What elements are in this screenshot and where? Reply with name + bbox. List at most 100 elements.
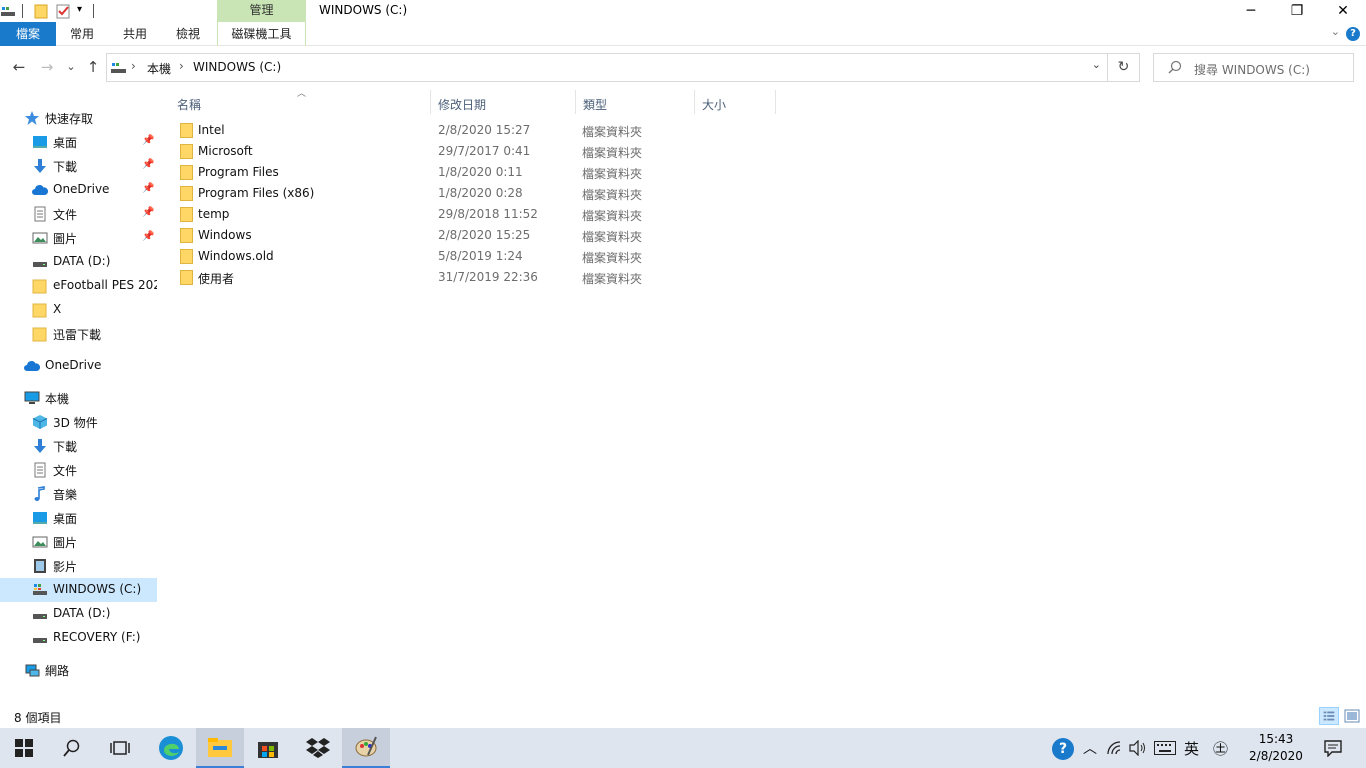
pin-icon: 📌 (142, 159, 155, 170)
breadcrumb-separator[interactable]: › (179, 59, 184, 73)
search-box[interactable]: 搜尋 WINDOWS (C:) (1153, 53, 1354, 82)
column-header-date[interactable]: 修改日期 (438, 96, 486, 113)
minimize-button[interactable]: ─ (1228, 0, 1274, 22)
sidebar-item[interactable]: DATA (D:) (0, 250, 157, 274)
sidebar-item[interactable]: 3D 物件 (0, 410, 157, 434)
breadcrumb-separator[interactable]: › (131, 59, 136, 73)
forward-button[interactable]: → (38, 58, 56, 76)
details-view-icon[interactable] (1319, 707, 1339, 725)
search-button[interactable] (48, 728, 96, 768)
help-tray-icon[interactable]: ? (1052, 738, 1074, 760)
store-app[interactable] (244, 728, 292, 768)
show-hidden-icons-icon[interactable]: ︿ (1083, 738, 1097, 758)
sidebar-item[interactable]: RECOVERY (F:) (0, 626, 157, 650)
column-divider[interactable] (575, 90, 576, 114)
sidebar-item[interactable]: 影片 (0, 554, 157, 578)
sidebar-item[interactable]: 下載 (0, 434, 157, 458)
chevron-down-icon[interactable]: ⌄ (1331, 25, 1340, 38)
column-divider[interactable] (430, 90, 431, 114)
back-button[interactable]: ← (10, 58, 28, 76)
folder-icon (180, 144, 193, 159)
address-bar[interactable]: › 本機 › WINDOWS (C:) ⌄ (106, 53, 1108, 82)
close-button[interactable]: ✕ (1320, 0, 1366, 22)
maximize-button[interactable]: ❐ (1274, 0, 1320, 22)
windows-logo-icon (15, 739, 33, 757)
folder-icon[interactable] (33, 3, 49, 19)
sidebar-item[interactable]: X (0, 298, 157, 322)
ime-mode-indicator[interactable]: ㊏ (1213, 738, 1228, 759)
sidebar-item[interactable]: 文件 📌 (0, 202, 157, 226)
file-type: 檔案資料夾 (582, 146, 643, 160)
file-row[interactable]: Windows 2/8/2020 15:25 檔案資料夾 (174, 225, 774, 246)
notifications-icon[interactable] (1324, 740, 1342, 757)
pin-icon: 📌 (142, 135, 155, 146)
file-row[interactable]: Program Files (x86) 1/8/2020 0:28 檔案資料夾 (174, 183, 774, 204)
sidebar-item-label: 迅雷下載 (53, 328, 102, 342)
file-row[interactable]: Microsoft 29/7/2017 0:41 檔案資料夾 (174, 141, 774, 162)
column-header-type[interactable]: 類型 (583, 96, 607, 113)
sidebar-item[interactable]: 下載 📌 (0, 154, 157, 178)
tab-share[interactable]: 共用 (115, 22, 155, 46)
clock-date[interactable]: 2/8/2020 (1246, 749, 1306, 763)
file-name: temp (198, 207, 230, 221)
refresh-button[interactable]: ↻ (1108, 53, 1140, 82)
sidebar-item[interactable]: 本機 (0, 386, 157, 410)
paint-app[interactable] (342, 728, 390, 768)
task-view-button[interactable] (96, 728, 144, 768)
sidebar-item[interactable]: OneDrive (0, 354, 157, 378)
start-button[interactable] (0, 728, 48, 768)
file-row[interactable]: 使用者 31/7/2019 22:36 檔案資料夾 (174, 267, 774, 288)
sidebar-item-label: eFootball PES 2020 (53, 278, 157, 292)
column-divider[interactable] (694, 90, 695, 114)
edge-app[interactable] (147, 728, 195, 768)
sidebar-item[interactable]: 桌面 📌 (0, 130, 157, 154)
breadcrumb-windows-c[interactable]: WINDOWS (C:) (193, 60, 281, 74)
tab-file[interactable]: 檔案 (0, 22, 56, 46)
file-type: 檔案資料夾 (582, 209, 643, 223)
volume-icon[interactable] (1129, 740, 1147, 756)
search-input[interactable]: 搜尋 WINDOWS (C:) (1194, 61, 1310, 78)
column-header-name[interactable]: 名稱 (177, 96, 201, 113)
file-explorer-app[interactable] (196, 728, 244, 768)
sidebar-item[interactable]: eFootball PES 2020 (0, 274, 157, 298)
column-divider[interactable] (775, 90, 776, 114)
file-row[interactable]: Intel 2/8/2020 15:27 檔案資料夾 (174, 120, 774, 141)
large-icons-view-icon[interactable] (1342, 707, 1362, 725)
sidebar-item[interactable]: 圖片 📌 (0, 226, 157, 250)
sidebar-item[interactable]: 網路 (0, 658, 157, 682)
ime-language-indicator[interactable]: 英 (1184, 738, 1199, 759)
sidebar-item[interactable]: 音樂 (0, 482, 157, 506)
sidebar-item[interactable]: OneDrive 📌 (0, 178, 157, 202)
help-icon[interactable]: ? (1346, 27, 1360, 41)
file-row[interactable]: temp 29/8/2018 11:52 檔案資料夾 (174, 204, 774, 225)
customize-toolbar-icon[interactable]: ▾ (77, 4, 82, 15)
clock-time[interactable]: 15:43 (1254, 732, 1298, 746)
sidebar-item[interactable]: 文件 (0, 458, 157, 482)
file-row[interactable]: Windows.old 5/8/2019 1:24 檔案資料夾 (174, 246, 774, 267)
sidebar-item[interactable]: 圖片 (0, 530, 157, 554)
document-icon (34, 206, 46, 222)
tab-drive-tools[interactable]: 磁碟機工具 (217, 22, 306, 46)
column-header-size[interactable]: 大小 (702, 96, 726, 113)
sidebar-item[interactable]: 桌面 (0, 506, 157, 530)
properties-icon[interactable] (55, 3, 71, 19)
picture-icon (32, 536, 48, 548)
sidebar-item-label: X (53, 302, 62, 316)
file-row[interactable]: Program Files 1/8/2020 0:11 檔案資料夾 (174, 162, 774, 183)
file-name: Program Files (x86) (198, 186, 315, 200)
wifi-icon[interactable] (1106, 740, 1124, 756)
dropbox-app[interactable] (294, 728, 342, 768)
sidebar-item[interactable]: DATA (D:) (0, 602, 157, 626)
chevron-down-icon[interactable]: ⌄ (1092, 58, 1101, 71)
tab-manage[interactable]: 管理 (217, 0, 306, 22)
breadcrumb-this-pc[interactable]: 本機 (147, 60, 171, 77)
tab-home[interactable]: 常用 (62, 22, 102, 46)
up-button[interactable]: ↑ (84, 58, 102, 76)
recent-locations-button[interactable]: ⌄ (64, 58, 78, 76)
sidebar-item[interactable]: WINDOWS (C:) (0, 578, 157, 602)
keyboard-icon[interactable] (1154, 741, 1176, 755)
tab-view[interactable]: 檢視 (168, 22, 208, 46)
sidebar-item[interactable]: 迅雷下載 (0, 322, 157, 346)
drive-icon (1, 7, 15, 16)
sidebar-item[interactable]: 快速存取 (0, 106, 157, 130)
